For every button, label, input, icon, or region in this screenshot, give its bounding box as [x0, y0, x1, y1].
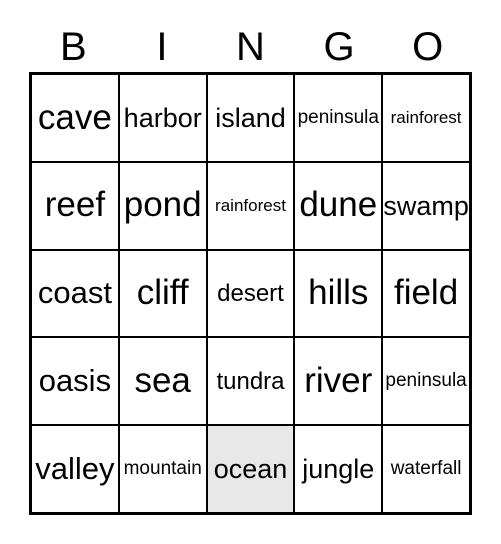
- bingo-cell[interactable]: valley: [32, 426, 120, 512]
- bingo-cell[interactable]: reef: [32, 162, 120, 249]
- bingo-cell-label: field: [393, 273, 459, 313]
- bingo-cell[interactable]: river: [295, 338, 384, 425]
- bingo-cell[interactable]: jungle: [295, 426, 384, 512]
- bingo-cell-label: harbor: [123, 102, 202, 133]
- bingo-cell-label: dune: [299, 185, 378, 225]
- bingo-cell[interactable]: dune: [295, 162, 384, 249]
- bingo-cell[interactable]: island: [207, 75, 296, 161]
- header-letter-n: N: [236, 25, 265, 69]
- bingo-cell[interactable]: field: [383, 250, 469, 337]
- bingo-row: coast cliff desert hills field: [32, 250, 469, 339]
- bingo-cell[interactable]: cliff: [119, 250, 208, 337]
- bingo-cell-label: waterfall: [390, 458, 462, 480]
- bingo-cell-label: swamp: [383, 190, 469, 221]
- bingo-cell[interactable]: rainforest: [383, 75, 469, 161]
- bingo-cell[interactable]: waterfall: [383, 426, 469, 512]
- bingo-cell-label: ocean: [213, 453, 288, 484]
- bingo-header-row: B I N G O: [29, 22, 472, 72]
- bingo-row: valley mountain ocean jungle waterfall: [32, 426, 469, 512]
- bingo-card: B I N G O cave harbor island peninsula r…: [0, 0, 501, 544]
- bingo-cell[interactable]: peninsula: [295, 75, 384, 161]
- bingo-cell[interactable]: cave: [32, 75, 120, 161]
- bingo-cell[interactable]: tundra: [207, 338, 296, 425]
- bingo-cell-label: pond: [123, 185, 202, 225]
- bingo-cell[interactable]: desert: [207, 250, 296, 337]
- bingo-cell-label: cave: [37, 97, 112, 137]
- bingo-row: oasis sea tundra river peninsula: [32, 338, 469, 427]
- bingo-cell-label: coast: [37, 275, 112, 311]
- bingo-cell-label: sea: [134, 360, 191, 400]
- bingo-cell[interactable]: harbor: [119, 75, 208, 161]
- bingo-cell-label: hills: [308, 273, 369, 313]
- bingo-cell[interactable]: pond: [119, 162, 208, 249]
- header-letter-i: I: [156, 25, 168, 69]
- header-letter-g: G: [323, 25, 355, 69]
- bingo-cell[interactable]: oasis: [32, 338, 120, 425]
- bingo-cell[interactable]: sea: [119, 338, 208, 425]
- bingo-cell-label: oasis: [38, 363, 112, 399]
- bingo-cell-label: desert: [217, 279, 284, 307]
- bingo-cell-label: peninsula: [385, 370, 467, 392]
- bingo-cell-label: island: [215, 102, 286, 133]
- bingo-row: cave harbor island peninsula rainforest: [32, 75, 469, 163]
- bingo-cell[interactable]: peninsula: [383, 338, 469, 425]
- bingo-cell-marked[interactable]: ocean: [207, 426, 296, 512]
- bingo-cell-label: tundra: [216, 367, 285, 395]
- bingo-row: reef pond rainforest dune swamp: [32, 162, 469, 251]
- bingo-cell-label: river: [304, 360, 373, 400]
- bingo-grid: cave harbor island peninsula rainforest …: [29, 72, 472, 515]
- header-letter-o: O: [412, 25, 444, 69]
- bingo-cell-label: reef: [44, 185, 106, 225]
- bingo-cell-label: valley: [35, 450, 115, 486]
- bingo-cell[interactable]: coast: [32, 250, 120, 337]
- bingo-cell-label: rainforest: [215, 195, 286, 215]
- bingo-cell-label: peninsula: [297, 106, 379, 128]
- bingo-cell-label: rainforest: [390, 107, 462, 127]
- header-letter-b: B: [59, 25, 87, 69]
- bingo-cell[interactable]: swamp: [383, 162, 469, 249]
- bingo-cell-label: jungle: [302, 453, 375, 484]
- bingo-cell-label: cliff: [136, 273, 189, 313]
- bingo-cell[interactable]: hills: [295, 250, 384, 337]
- bingo-cell[interactable]: rainforest: [207, 162, 296, 249]
- bingo-cell-label: mountain: [123, 458, 202, 480]
- bingo-cell[interactable]: mountain: [119, 426, 208, 512]
